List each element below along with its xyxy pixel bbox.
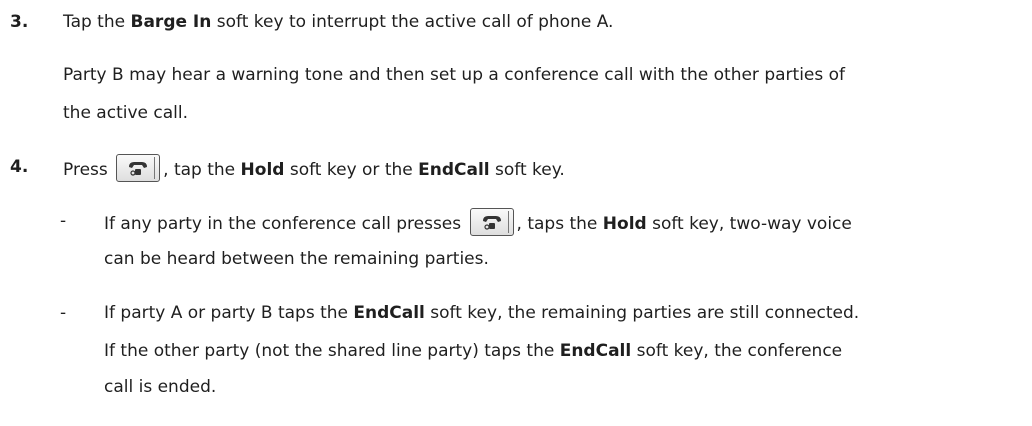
handset-icon	[129, 162, 148, 176]
bullet-2-line-1: If party A or party B taps the EndCall s…	[104, 303, 860, 323]
step-number: 4.	[10, 157, 29, 177]
bullet-dash: -	[60, 211, 67, 231]
step-3-note-line-2: the active call.	[63, 103, 188, 123]
barge-in-softkey-label: Barge In	[130, 12, 212, 32]
step-4-instruction: Press , tap the Hold soft key or the End…	[63, 154, 565, 184]
handset-icon	[482, 216, 501, 230]
handset-key	[116, 154, 161, 182]
step-3-instruction: Tap the Barge In soft key to interrupt t…	[63, 12, 614, 32]
bullet-2-line-2: If the other party (not the shared line …	[104, 341, 843, 361]
handset-key	[469, 208, 514, 236]
hold-softkey-label: Hold	[602, 214, 647, 234]
bullet-1-line-2: can be heard between the remaining parti…	[104, 249, 489, 269]
hold-softkey-label: Hold	[240, 160, 285, 180]
endcall-softkey-label: EndCall	[418, 160, 490, 180]
bullet-2-line-3: call is ended.	[104, 377, 217, 397]
bullet-1-line-1: If any party in the conference call pres…	[104, 208, 852, 238]
step-number: 3.	[10, 12, 29, 32]
endcall-softkey-label: EndCall	[559, 341, 632, 361]
bullet-dash: -	[60, 303, 67, 323]
step-3-note-line-1: Party B may hear a warning tone and then…	[63, 65, 846, 85]
endcall-softkey-label: EndCall	[353, 303, 425, 323]
